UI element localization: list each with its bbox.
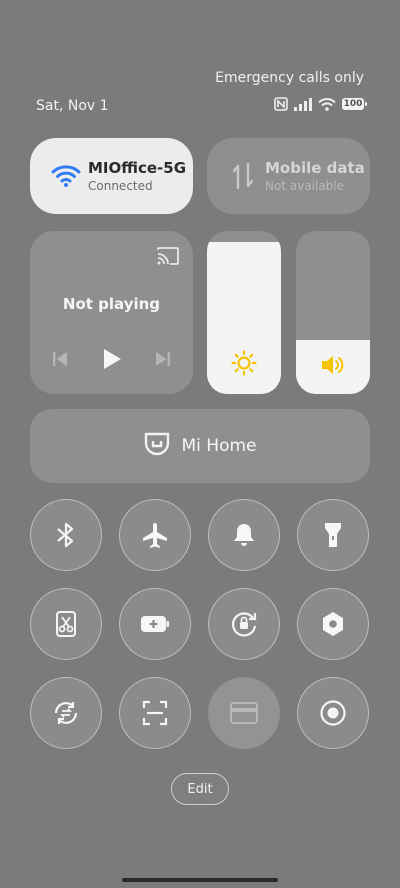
mi-home-tile[interactable]: Mi Home bbox=[30, 409, 370, 483]
sound-toggle[interactable] bbox=[208, 499, 280, 571]
previous-icon[interactable] bbox=[52, 351, 68, 371]
rotation-lock-icon bbox=[232, 612, 257, 637]
battery-icon: 100 bbox=[342, 98, 367, 110]
battery-saver-icon bbox=[141, 616, 169, 632]
mobile-data-tile[interactable]: Mobile data Not available bbox=[207, 138, 370, 214]
brightness-slider[interactable] bbox=[207, 231, 281, 394]
flashlight-toggle[interactable] bbox=[297, 499, 369, 571]
nfc-icon bbox=[274, 97, 288, 111]
screenshot-toggle[interactable] bbox=[30, 588, 102, 660]
bell-icon bbox=[234, 524, 254, 546]
scan-icon bbox=[142, 700, 168, 726]
mobile-data-title: Mobile data bbox=[265, 159, 365, 177]
mi-home-label: Mi Home bbox=[181, 436, 257, 456]
wifi-status: Connected bbox=[88, 179, 153, 193]
cast-icon[interactable] bbox=[157, 247, 179, 269]
play-icon[interactable] bbox=[102, 348, 122, 374]
media-status: Not playing bbox=[62, 295, 161, 313]
rotation-lock-toggle[interactable] bbox=[208, 588, 280, 660]
wifi-status-icon bbox=[318, 97, 336, 111]
media-player[interactable]: Not playing bbox=[30, 231, 193, 394]
wifi-name: MIOffice-5G bbox=[88, 159, 187, 177]
scanner-toggle[interactable] bbox=[119, 677, 191, 749]
sync-icon bbox=[54, 702, 78, 724]
settings-hex-icon bbox=[323, 612, 343, 636]
bluetooth-icon bbox=[57, 522, 74, 548]
wallet-toggle[interactable] bbox=[208, 677, 280, 749]
next-icon[interactable] bbox=[155, 351, 171, 371]
edit-button[interactable]: Edit bbox=[171, 773, 229, 805]
mobile-data-icon bbox=[223, 162, 263, 190]
home-indicator[interactable] bbox=[122, 878, 278, 882]
airplane-icon bbox=[143, 523, 167, 548]
flashlight-icon bbox=[325, 523, 341, 547]
sync-toggle[interactable] bbox=[30, 677, 102, 749]
bluetooth-toggle[interactable] bbox=[30, 499, 102, 571]
card-icon bbox=[230, 702, 258, 724]
screen-recorder-toggle[interactable] bbox=[297, 677, 369, 749]
wifi-tile[interactable]: MIOffice-5G Connected bbox=[30, 138, 193, 214]
mobile-data-status: Not available bbox=[265, 179, 345, 193]
volume-slider[interactable] bbox=[296, 231, 370, 394]
sun-icon bbox=[207, 350, 281, 376]
status-icons: 100 bbox=[274, 97, 367, 111]
mi-home-icon bbox=[144, 431, 170, 461]
speaker-icon bbox=[296, 354, 370, 376]
signal-icon bbox=[294, 97, 312, 111]
record-icon bbox=[320, 700, 346, 726]
scissors-icon bbox=[56, 611, 76, 637]
settings-toggle[interactable] bbox=[297, 588, 369, 660]
date-text: Sat, Nov 1 bbox=[36, 98, 109, 114]
emergency-calls-text: Emergency calls only bbox=[215, 70, 364, 86]
wifi-icon bbox=[46, 164, 86, 188]
battery-saver-toggle[interactable] bbox=[119, 588, 191, 660]
quick-toggles-grid bbox=[30, 499, 370, 749]
airplane-toggle[interactable] bbox=[119, 499, 191, 571]
